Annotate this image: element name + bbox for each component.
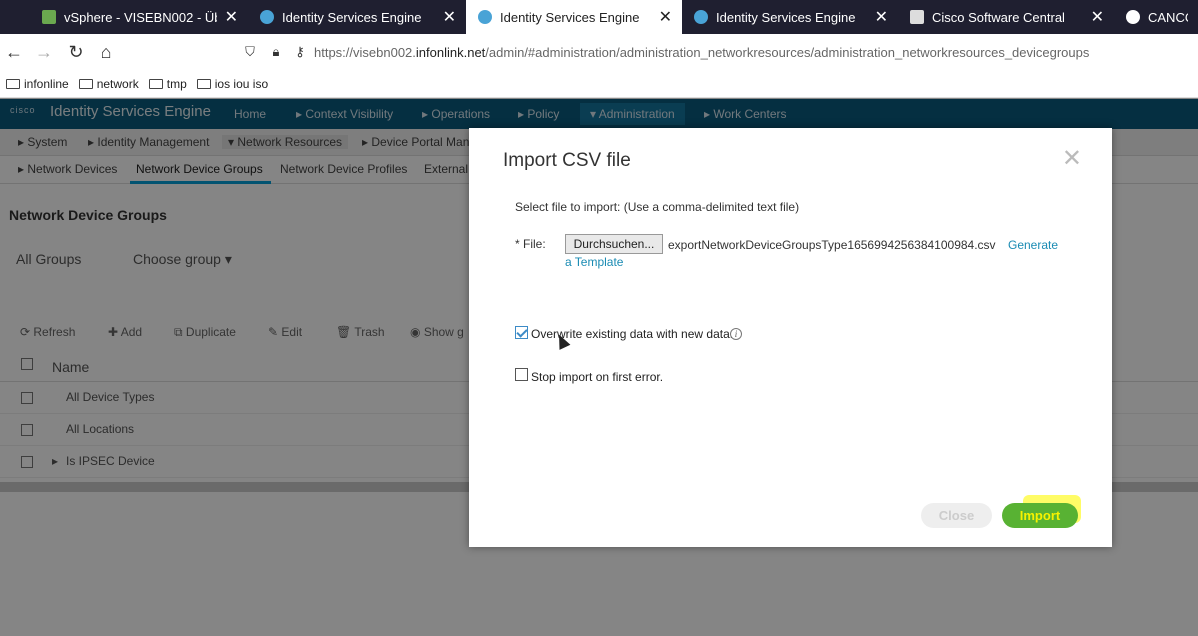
info-icon[interactable]: i xyxy=(730,328,742,340)
tab-cisco-software-central[interactable]: Cisco Software Central ✕ xyxy=(898,0,1114,34)
browser-tab-bar: vSphere - VISEBN002 - Übersich ✕ Identit… xyxy=(0,0,1198,34)
ise-icon xyxy=(478,10,492,24)
cancom-icon xyxy=(1126,10,1140,24)
close-icon[interactable]: ✕ xyxy=(225,7,238,27)
file-label: * File: xyxy=(515,237,546,251)
reload-icon[interactable]: ↻ xyxy=(64,40,88,64)
browse-button[interactable]: Durchsuchen... xyxy=(565,234,663,254)
vsphere-icon xyxy=(42,10,56,24)
close-button[interactable]: Close xyxy=(921,503,992,528)
close-icon[interactable]: ✕ xyxy=(443,7,456,27)
dialog-title: Import CSV file xyxy=(503,150,631,171)
forward-arrow-icon[interactable]: → xyxy=(32,40,56,64)
import-button[interactable]: Import xyxy=(1002,503,1078,528)
bookmark-ios-iou-iso[interactable]: ios iou iso xyxy=(196,77,268,91)
tab-cancom[interactable]: CANCOM xyxy=(1114,0,1198,34)
home-icon[interactable]: ⌂ xyxy=(94,40,118,64)
key-icon[interactable]: ⚷ xyxy=(288,40,312,64)
overwrite-checkbox[interactable] xyxy=(515,326,528,339)
selected-filename: exportNetworkDeviceGroupsType16569942563… xyxy=(668,238,996,252)
browser-toolbar: ← → ↻ ⌂ ⛉ 🔒︎ ⚷ https://visebn002. infonli… xyxy=(0,34,1198,70)
folder-icon xyxy=(6,78,20,89)
stop-on-error-label: Stop import on first error. xyxy=(531,370,664,384)
back-arrow-icon[interactable]: ← xyxy=(2,40,26,64)
folder-icon xyxy=(196,78,211,89)
shield-icon[interactable]: ⛉ xyxy=(238,40,262,64)
lock-icon[interactable]: 🔒︎ xyxy=(264,40,288,64)
tab-ise-3[interactable]: Identity Services Engine ✕ xyxy=(682,0,898,34)
close-icon[interactable]: ✕ xyxy=(1062,144,1082,173)
bookmark-network[interactable]: network xyxy=(78,77,139,91)
tab-ise-2-active[interactable]: Identity Services Engine ✕ xyxy=(466,0,682,34)
ise-icon xyxy=(260,10,274,24)
dialog-instructions: Select file to import: (Use a comma-deli… xyxy=(515,200,800,214)
tab-vsphere[interactable]: vSphere - VISEBN002 - Übersich ✕ xyxy=(30,0,248,34)
generate-template-link[interactable]: Generate xyxy=(1008,238,1058,252)
close-icon[interactable]: ✕ xyxy=(875,7,888,27)
stop-on-error-checkbox[interactable] xyxy=(515,368,528,381)
tab-ise-1[interactable]: Identity Services Engine ✕ xyxy=(248,0,466,34)
url-input[interactable]: https://visebn002. infonlink.net/admin/#a… xyxy=(314,39,1194,65)
folder-icon xyxy=(78,78,93,89)
bookmarks-bar: infonline network tmp ios iou iso xyxy=(0,70,1198,98)
bookmark-tmp[interactable]: tmp xyxy=(148,77,187,91)
generate-template-link-cont[interactable]: a Template xyxy=(565,255,623,269)
close-icon[interactable]: ✕ xyxy=(1091,7,1104,27)
bookmark-infonline[interactable]: infonline xyxy=(6,77,69,91)
folder-icon xyxy=(148,78,163,89)
cisco-icon xyxy=(910,10,924,24)
ise-icon xyxy=(694,10,708,24)
close-icon[interactable]: ✕ xyxy=(659,7,672,27)
